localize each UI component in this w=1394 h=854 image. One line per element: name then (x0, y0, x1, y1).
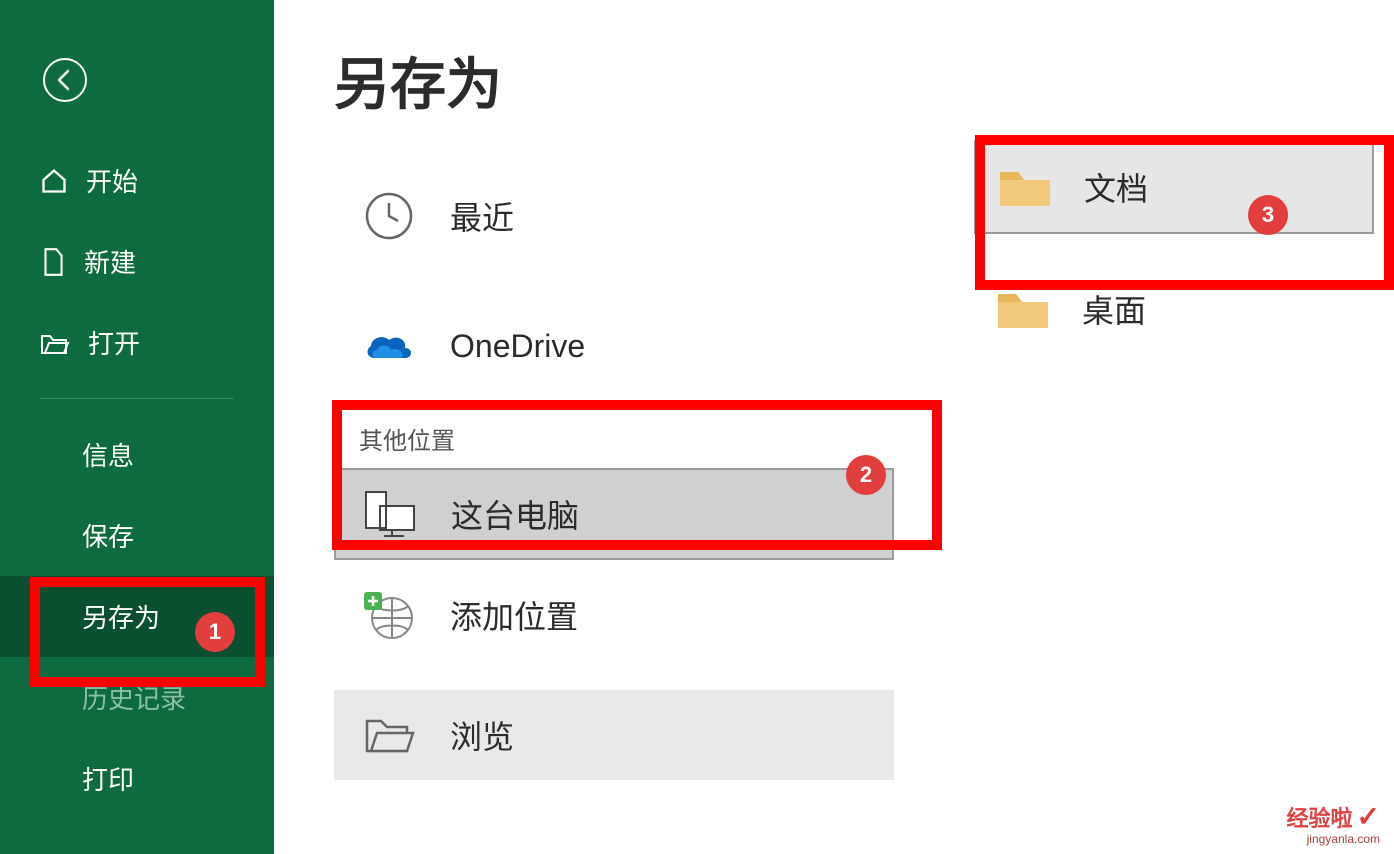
folder-column: 文档 桌面 (934, 40, 1374, 854)
sidebar-item-new[interactable]: 新建 (0, 221, 274, 302)
watermark-main: 经验啦 (1287, 806, 1353, 831)
home-icon (40, 167, 68, 195)
location-recent[interactable]: 最近 (334, 171, 894, 261)
annotation-badge-2: 2 (846, 455, 886, 495)
check-icon: ✓ (1357, 801, 1380, 832)
sidebar-item-label: 历史记录 (82, 679, 186, 716)
backstage-sidebar: 开始 新建 打开 信息 保存 另存为 历史记录 打印 (0, 0, 274, 854)
this-pc-icon (361, 485, 419, 543)
sidebar-item-label: 开始 (86, 162, 138, 199)
section-other-locations: 其他位置 (359, 421, 934, 456)
location-column: 另存为 最近 OneDrive 其他位置 (334, 40, 934, 854)
sidebar-item-saveas[interactable]: 另存为 (0, 576, 274, 657)
location-add[interactable]: 添加位置 (334, 570, 894, 660)
folder-browse-icon (360, 706, 418, 764)
sidebar-item-save[interactable]: 保存 (0, 495, 274, 576)
folder-label: 桌面 (1082, 286, 1146, 332)
sidebar-item-label: 打开 (88, 324, 140, 361)
location-browse[interactable]: 浏览 (334, 690, 894, 780)
folder-desktop[interactable]: 桌面 (974, 264, 1374, 354)
new-file-icon (40, 247, 66, 277)
location-label: OneDrive (450, 328, 585, 365)
watermark-sub: jingyanla.com (1287, 833, 1380, 846)
sidebar-item-open[interactable]: 打开 (0, 302, 274, 383)
location-label: 最近 (450, 193, 514, 239)
location-label: 这台电脑 (451, 491, 579, 537)
watermark: 经验啦✓ jingyanla.com (1287, 802, 1380, 846)
sidebar-item-home[interactable]: 开始 (0, 140, 274, 221)
add-location-icon (360, 586, 418, 644)
folder-icon (994, 284, 1052, 334)
sidebar-item-label: 保存 (82, 517, 134, 554)
sidebar-item-label: 新建 (84, 243, 136, 280)
sidebar-item-label: 信息 (82, 436, 134, 473)
page-title: 另存为 (334, 40, 934, 121)
sidebar-divider (40, 398, 234, 399)
sidebar-item-info[interactable]: 信息 (0, 414, 274, 495)
location-this-pc[interactable]: 这台电脑 (334, 468, 894, 560)
folder-documents[interactable]: 文档 (974, 140, 1374, 234)
onedrive-icon (360, 317, 418, 375)
folder-icon (996, 162, 1054, 212)
location-label: 浏览 (450, 712, 514, 758)
clock-icon (360, 187, 418, 245)
location-label: 添加位置 (450, 592, 578, 638)
sidebar-item-history[interactable]: 历史记录 (0, 657, 274, 738)
back-arrow-icon (42, 57, 88, 103)
sidebar-item-label: 另存为 (82, 598, 160, 635)
annotation-badge-3: 3 (1248, 195, 1288, 235)
back-button[interactable] (35, 50, 95, 110)
main-content: 另存为 最近 OneDrive 其他位置 (274, 0, 1394, 854)
location-onedrive[interactable]: OneDrive (334, 301, 894, 391)
sidebar-item-print[interactable]: 打印 (0, 738, 274, 819)
folder-open-icon (40, 330, 70, 356)
sidebar-item-label: 打印 (82, 760, 134, 797)
folder-label: 文档 (1084, 164, 1148, 210)
annotation-badge-1: 1 (195, 612, 235, 652)
